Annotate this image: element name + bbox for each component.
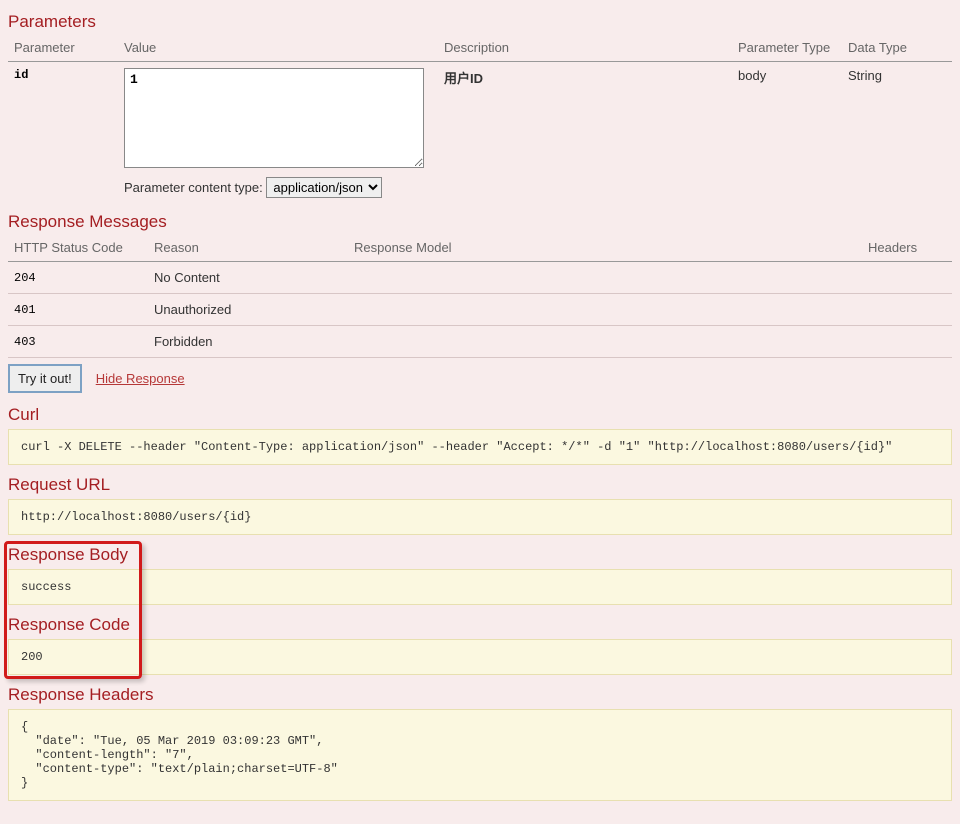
param-type: body	[732, 62, 842, 205]
response-headers-heading: Response Headers	[8, 685, 952, 705]
curl-block: curl -X DELETE --header "Content-Type: a…	[8, 429, 952, 465]
response-message-row: 401 Unauthorized	[8, 294, 952, 326]
response-code-block: 200	[8, 639, 952, 675]
param-content-type-label: Parameter content type:	[124, 180, 263, 195]
response-messages-table: HTTP Status Code Reason Response Model H…	[8, 236, 952, 358]
param-description: 用户ID	[438, 62, 732, 205]
request-url-heading: Request URL	[8, 475, 952, 495]
status-code: 403	[8, 326, 148, 358]
request-url-block: http://localhost:8080/users/{id}	[8, 499, 952, 535]
response-headers-block: { "date": "Tue, 05 Mar 2019 03:09:23 GMT…	[8, 709, 952, 801]
response-messages-heading: Response Messages	[8, 212, 952, 232]
parameter-row: id Parameter content type: application/j…	[8, 62, 952, 205]
param-value-cell: Parameter content type: application/json	[118, 62, 438, 205]
status-code: 401	[8, 294, 148, 326]
status-reason: Unauthorized	[148, 294, 348, 326]
col-reason: Reason	[148, 236, 348, 262]
param-content-type-row: Parameter content type: application/json	[124, 177, 432, 198]
col-response-model: Response Model	[348, 236, 862, 262]
param-data-type: String	[842, 62, 952, 205]
param-name: id	[8, 62, 118, 205]
parameters-heading: Parameters	[8, 12, 952, 32]
status-reason: Forbidden	[148, 326, 348, 358]
col-http-status: HTTP Status Code	[8, 236, 148, 262]
parameters-table: Parameter Value Description Parameter Ty…	[8, 36, 952, 204]
col-parameter-type: Parameter Type	[732, 36, 842, 62]
status-code: 204	[8, 262, 148, 294]
col-value: Value	[118, 36, 438, 62]
param-value-input[interactable]	[124, 68, 424, 168]
response-body-heading: Response Body	[8, 545, 952, 565]
response-code-heading: Response Code	[8, 615, 952, 635]
try-it-out-button[interactable]: Try it out!	[8, 364, 82, 393]
col-headers: Headers	[862, 236, 952, 262]
col-data-type: Data Type	[842, 36, 952, 62]
response-body-block: success	[8, 569, 952, 605]
response-message-row: 403 Forbidden	[8, 326, 952, 358]
curl-heading: Curl	[8, 405, 952, 425]
response-message-row: 204 No Content	[8, 262, 952, 294]
col-description: Description	[438, 36, 732, 62]
col-parameter: Parameter	[8, 36, 118, 62]
param-content-type-select[interactable]: application/json	[266, 177, 382, 198]
hide-response-link[interactable]: Hide Response	[96, 371, 185, 386]
status-reason: No Content	[148, 262, 348, 294]
